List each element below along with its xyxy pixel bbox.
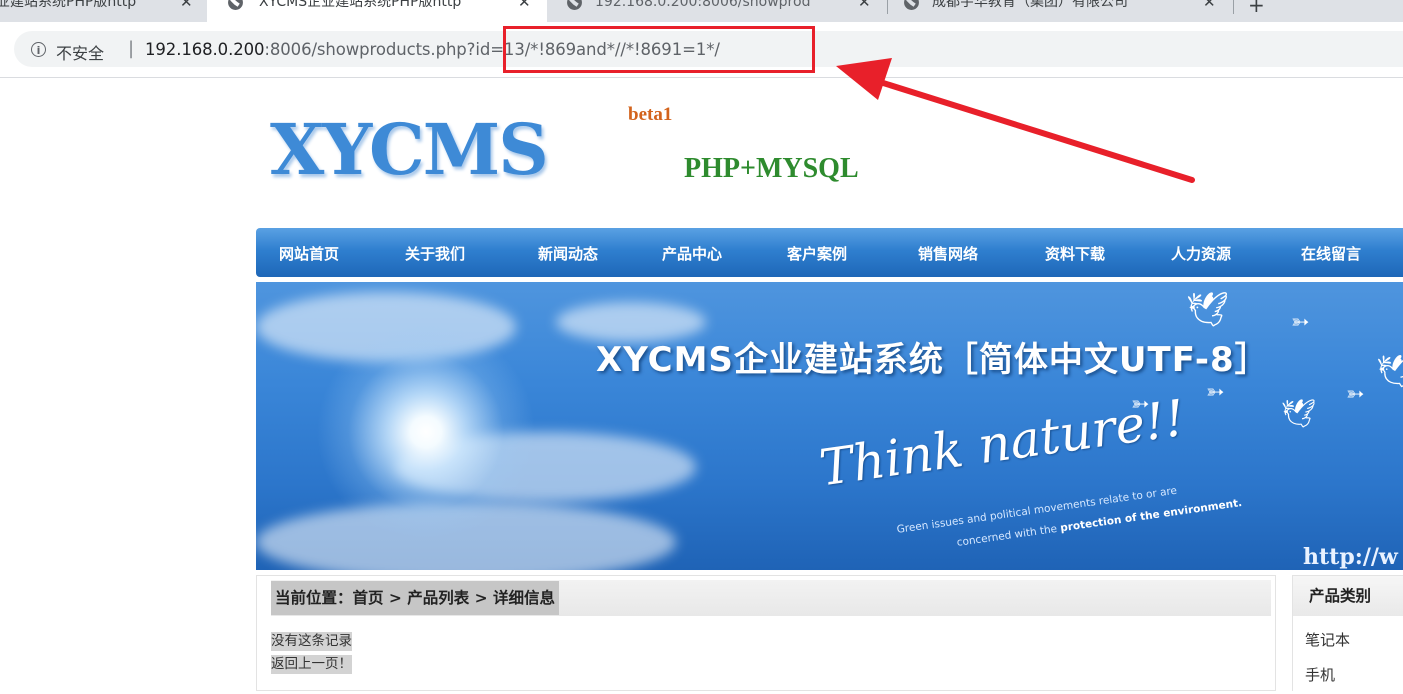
arrow-head <box>836 58 892 100</box>
sidebar-item-phone[interactable]: 手机 <box>1305 664 1335 685</box>
banner-slogan: Think nature!! <box>816 388 1189 498</box>
breadcrumb: 当前位置：首页 > 产品列表 > 详细信息 <box>271 581 560 615</box>
nav-guestbook[interactable]: 在线留言 <box>1301 243 1361 264</box>
nav-downloads[interactable]: 资料下载 <box>1045 243 1105 264</box>
sun-glow <box>316 322 536 542</box>
nav-about[interactable]: 关于我们 <box>405 243 465 264</box>
content-panel: 当前位置：首页 > 产品列表 > 详细信息 没有这条记录 返回上一页！ <box>256 575 1276 691</box>
nav-cases[interactable]: 客户案例 <box>787 243 847 264</box>
tech-label: PHP+MYSQL <box>684 153 859 184</box>
banner-url: http://w <box>1303 544 1398 570</box>
back-link[interactable]: 返回上一页！ <box>271 655 352 674</box>
arrow-shaft <box>877 79 1195 183</box>
sidebar-title: 产品类别 <box>1293 576 1403 616</box>
nav-home[interactable]: 网站首页 <box>279 243 339 264</box>
main-nav: 网站首页 关于我们 新闻动态 产品中心 客户案例 销售网络 资料下载 人力资源 … <box>256 228 1403 277</box>
nav-news[interactable]: 新闻动态 <box>538 243 598 264</box>
sidebar-item-laptop[interactable]: 笔记本 <box>1305 629 1350 650</box>
tagline-text: concerned with the <box>956 522 1058 549</box>
nav-products[interactable]: 产品中心 <box>662 243 722 264</box>
banner-title: XYCMS企业建站系统［简体中文UTF-8］ <box>596 340 1270 380</box>
no-record-message: 没有这条记录 <box>271 632 352 651</box>
hero-banner: 🕊 ➳ 🕊 ➳ ➳ 🕊 ➳ XYCMS企业建站系统［简体中文UTF-8］ Thi… <box>256 282 1403 570</box>
bird-icon: 🕊 <box>1186 290 1230 330</box>
bird-icon: ➳ <box>1206 380 1225 405</box>
site-logo[interactable]: XYCMS <box>270 105 549 195</box>
bird-icon: 🕊 <box>1281 397 1317 430</box>
beta-label: beta1 <box>628 104 673 125</box>
nav-hr[interactable]: 人力资源 <box>1171 243 1231 264</box>
bird-icon: ➳ <box>1291 310 1310 335</box>
nav-sales[interactable]: 销售网络 <box>918 243 978 264</box>
bird-icon: 🕊 <box>1376 352 1403 390</box>
sidebar-panel: 产品类别 笔记本 手机 <box>1292 575 1403 691</box>
bird-icon: ➳ <box>1346 382 1365 407</box>
